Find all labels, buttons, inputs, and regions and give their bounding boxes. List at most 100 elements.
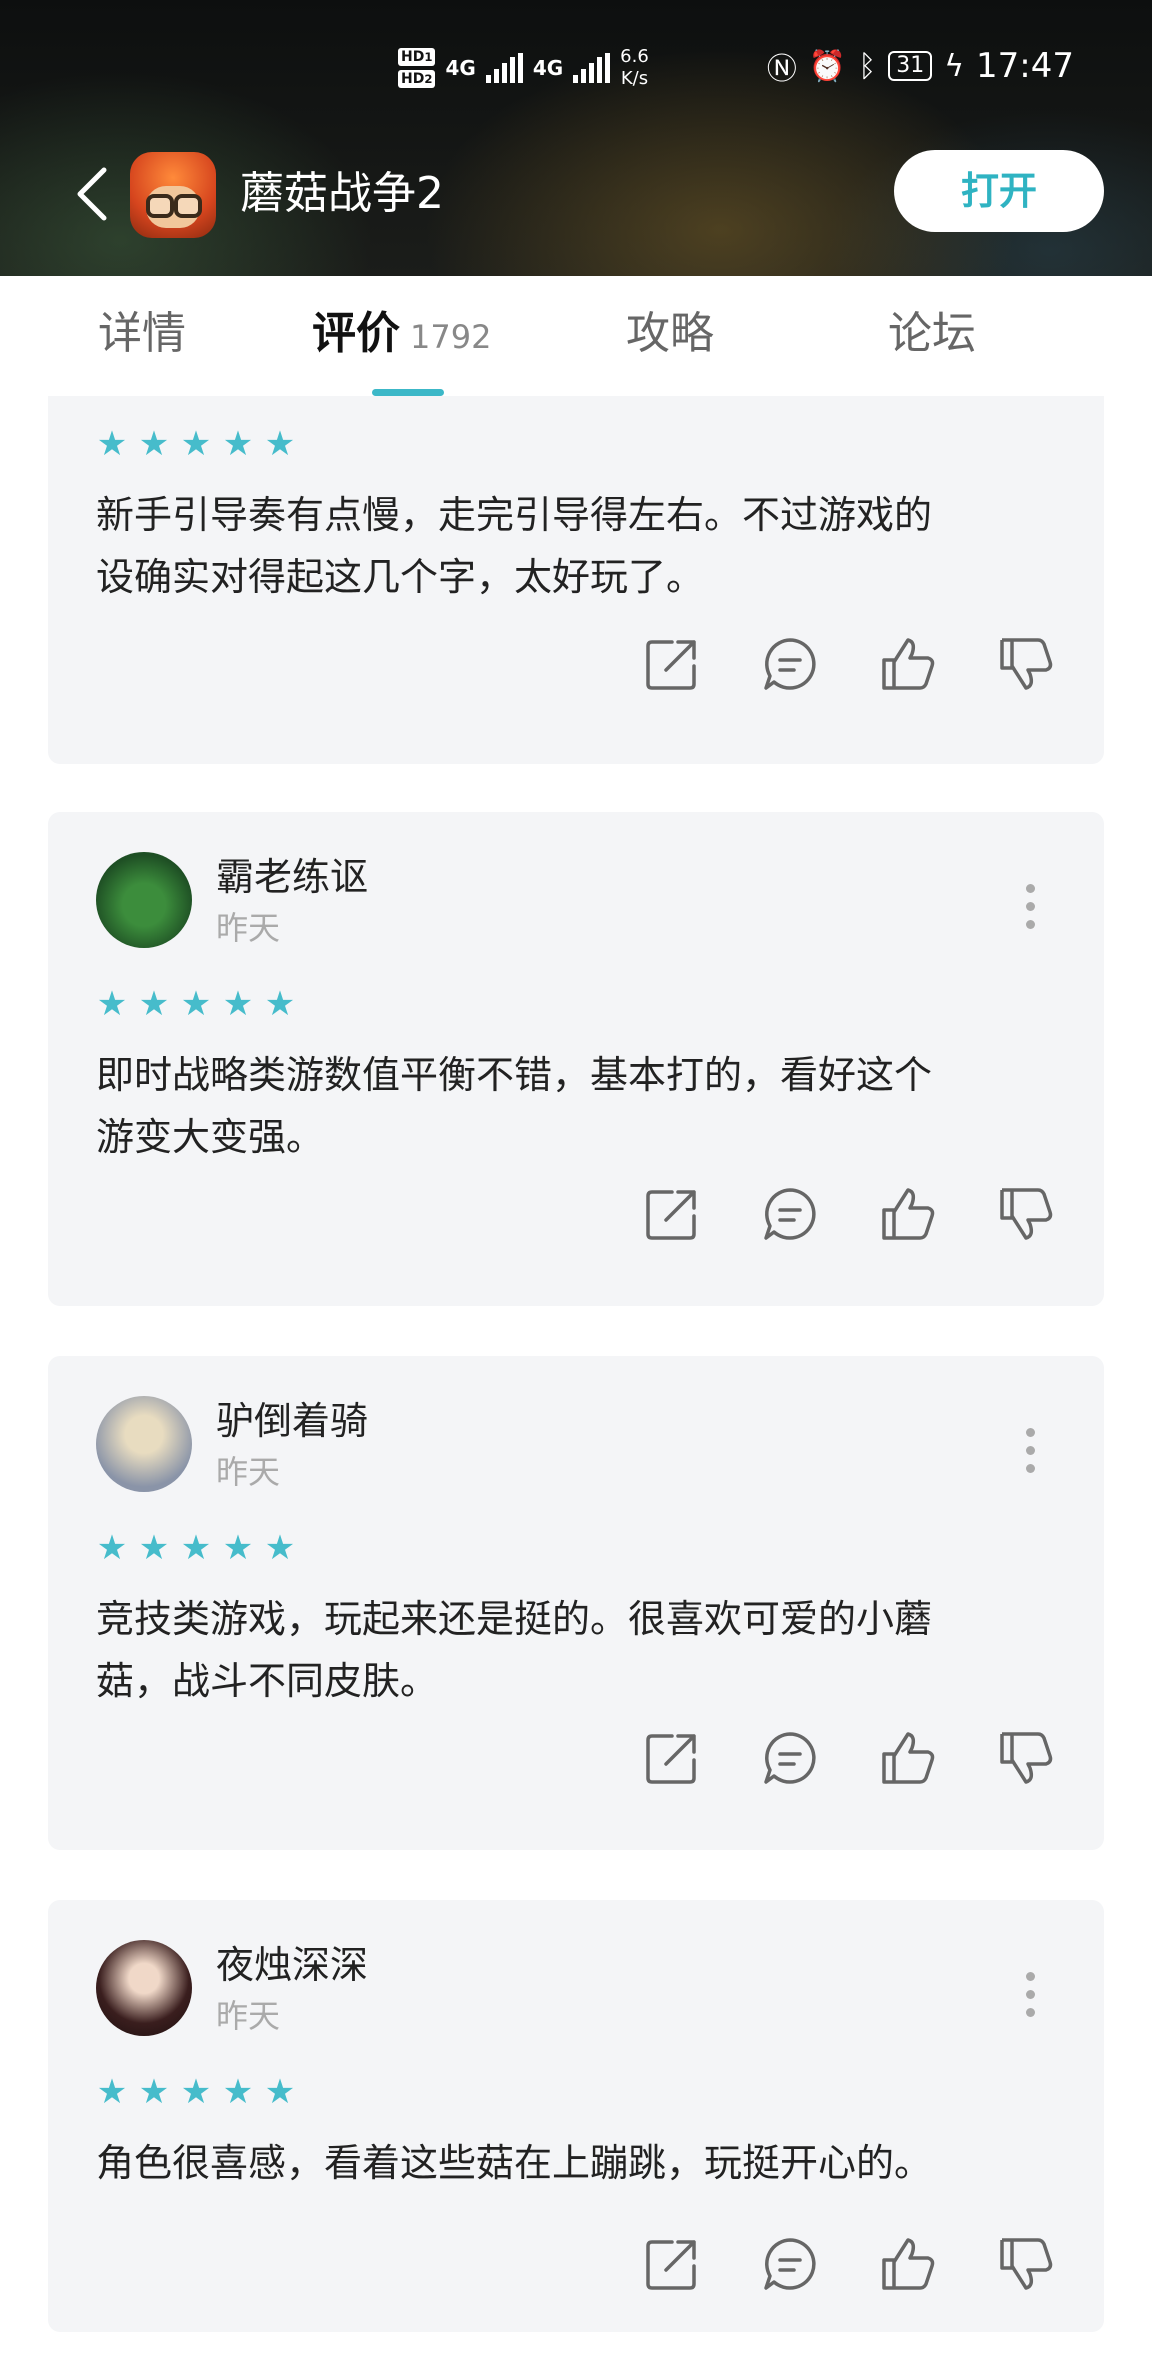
star-icon: ★ (96, 2072, 128, 2112)
comment-button[interactable] (760, 634, 820, 694)
tab-forum[interactable]: 论坛 (888, 304, 976, 364)
share-button[interactable] (642, 2234, 702, 2294)
tab-details-label: 详情 (98, 308, 186, 359)
hd1-badge: HD1 (398, 48, 436, 66)
review-card: 昨天 ★★★★★ 新手引导奏有点慢，走完引导得左右。不过游戏的 设确实对得起这几… (48, 396, 1104, 764)
thumbs-down-icon (1000, 2238, 1053, 2290)
status-right: Ⓝ ⏰ ᛒ 31 ϟ 17:47 (767, 44, 1074, 88)
dislike-button[interactable] (996, 2234, 1056, 2294)
app-icon (130, 152, 216, 238)
share-button[interactable] (642, 1184, 702, 1244)
star-icon: ★ (264, 984, 296, 1024)
thumbs-down-icon (1000, 638, 1053, 690)
share-icon (646, 640, 696, 690)
network-1-label: 4G (445, 56, 476, 80)
clock: 17:47 (976, 46, 1074, 86)
back-button[interactable] (66, 164, 126, 224)
tab-details[interactable]: 详情 (98, 304, 186, 364)
more-options-button[interactable] (1026, 1428, 1038, 1473)
status-bar: HD1 HD2 4G 4G 6.6 K/s Ⓝ ⏰ ᛒ 31 ϟ 17:47 (0, 36, 1152, 96)
avatar[interactable] (96, 852, 192, 948)
tab-forum-label: 论坛 (888, 308, 976, 359)
hd-badges: HD1 HD2 (398, 48, 436, 88)
review-card: 驴倒着骑 昨天 ★ ★ ★ ★ ★ 竞技类游戏，玩起来还是挺的。很喜欢可爱的小蘑 菇，战… (48, 1356, 1104, 1850)
rating-stars: ★ ★ ★ ★ ★ (96, 1528, 296, 1568)
star-icon: ★ (264, 424, 296, 464)
thumbs-down-icon (1000, 1188, 1053, 1240)
star-icon: ★ (222, 424, 254, 464)
review-actions (642, 634, 1056, 694)
review-date: 昨天 (216, 1997, 281, 2035)
tab-guides[interactable]: 攻略 (626, 304, 714, 364)
star-icon: ★ (180, 1528, 212, 1568)
network-2-label: 4G (532, 56, 564, 80)
review-actions (642, 2234, 1056, 2294)
share-icon (646, 1190, 696, 1240)
app-title: 蘑菇战争2 (240, 168, 444, 219)
star-icon: ★ (222, 984, 254, 1024)
bluetooth-icon: ᛒ (858, 48, 877, 84)
network-speed: 6.6 K/s (620, 46, 649, 90)
avatar[interactable] (96, 1396, 192, 1492)
dislike-button[interactable] (996, 1728, 1056, 1788)
review-card: 夜烛深深 昨天 ★ ★ ★ ★ ★ 角色很喜感，看着这些菇在上蹦跳，玩挺开心的。 (48, 1900, 1104, 2332)
review-text-line: 设确实对得起这几个字，太好玩了。 (96, 555, 705, 599)
dislike-button[interactable] (996, 1184, 1056, 1244)
review-text[interactable]: 即时战略类游数值平衡不错，基本打的，看好这个 游变大变强。 (96, 1044, 1056, 1168)
star-icon: ★ (96, 1528, 128, 1568)
alarm-icon: ⏰ (808, 48, 847, 84)
like-button[interactable] (878, 1728, 938, 1788)
app-header-background: HD1 HD2 4G 4G 6.6 K/s Ⓝ ⏰ ᛒ 31 ϟ 17:47 蘑… (0, 0, 1152, 276)
rating-stars: ★ ★ ★ ★ ★ (96, 984, 296, 1024)
review-text[interactable]: 竞技类游戏，玩起来还是挺的。很喜欢可爱的小蘑 菇，战斗不同皮肤。 (96, 1588, 1056, 1712)
thumbs-up-icon (882, 1732, 935, 1784)
share-button[interactable] (642, 634, 702, 694)
rating-stars: ★ ★ ★ ★ ★ (96, 2072, 296, 2112)
star-icon: ★ (264, 1528, 296, 1568)
comment-button[interactable] (760, 1184, 820, 1244)
star-icon: ★ (222, 1528, 254, 1568)
review-username[interactable]: 夜烛深深 (216, 1940, 368, 1990)
app-header: 蘑菇战争2 打开 (0, 146, 1152, 242)
signal-2-icon (573, 53, 611, 83)
review-card: 霸老练讴 昨天 ★ ★ ★ ★ ★ 即时战略类游数值平衡不错，基本打的，看好这个 游变大… (48, 812, 1104, 1306)
comment-button[interactable] (760, 2234, 820, 2294)
star-icon: ★ (180, 984, 212, 1024)
like-button[interactable] (878, 634, 938, 694)
comment-icon (764, 1188, 816, 1240)
thumbs-down-icon (1000, 1732, 1053, 1784)
speed-value: 6.6 (620, 46, 649, 67)
dislike-button[interactable] (996, 634, 1056, 694)
review-text[interactable]: 角色很喜感，看着这些菇在上蹦跳，玩挺开心的。 (96, 2132, 1056, 2194)
review-text-line: 新手引导奏有点慢，走完引导得左右。不过游戏的 (96, 493, 933, 537)
more-options-button[interactable] (1026, 884, 1038, 929)
share-button[interactable] (642, 1728, 702, 1788)
like-button[interactable] (878, 1184, 938, 1244)
thumbs-up-icon (882, 2238, 935, 2290)
comment-icon (764, 2238, 816, 2290)
review-username[interactable]: 驴倒着骑 (216, 1396, 368, 1446)
more-options-button[interactable] (1026, 1972, 1038, 2017)
review-username[interactable]: 霸老练讴 (216, 852, 368, 902)
review-date: 昨天 (216, 909, 281, 947)
share-icon (646, 1734, 696, 1784)
network-indicators: HD1 HD2 4G 4G 6.6 K/s (398, 38, 649, 98)
open-app-button[interactable]: 打开 (894, 150, 1104, 232)
signal-1-icon (485, 53, 523, 83)
tab-indicator (372, 389, 444, 396)
star-icon: ★ (96, 424, 128, 464)
reviews-list[interactable]: 昨天 ★★★★★ 新手引导奏有点慢，走完引导得左右。不过游戏的 设确实对得起这几… (0, 396, 1152, 2376)
review-text-line: 角色很喜感，看着这些菇在上蹦跳，玩挺开心的。 (96, 2141, 933, 2185)
star-icon: ★ (180, 424, 212, 464)
review-actions (642, 1184, 1056, 1244)
rating-stars: ★ ★ ★ ★ ★ (96, 424, 296, 464)
comment-button[interactable] (760, 1728, 820, 1788)
like-button[interactable] (878, 2234, 938, 2294)
review-text[interactable]: 新手引导奏有点慢，走完引导得左右。不过游戏的 设确实对得起这几个字，太好玩了。 (96, 484, 1056, 608)
tab-guides-label: 攻略 (626, 308, 714, 359)
thumbs-up-icon (882, 1188, 935, 1240)
review-date: 昨天 (216, 1453, 281, 1491)
tab-reviews[interactable]: 评价 1792 (312, 304, 491, 367)
nfc-icon: Ⓝ (766, 52, 797, 87)
avatar[interactable] (96, 1940, 192, 2036)
